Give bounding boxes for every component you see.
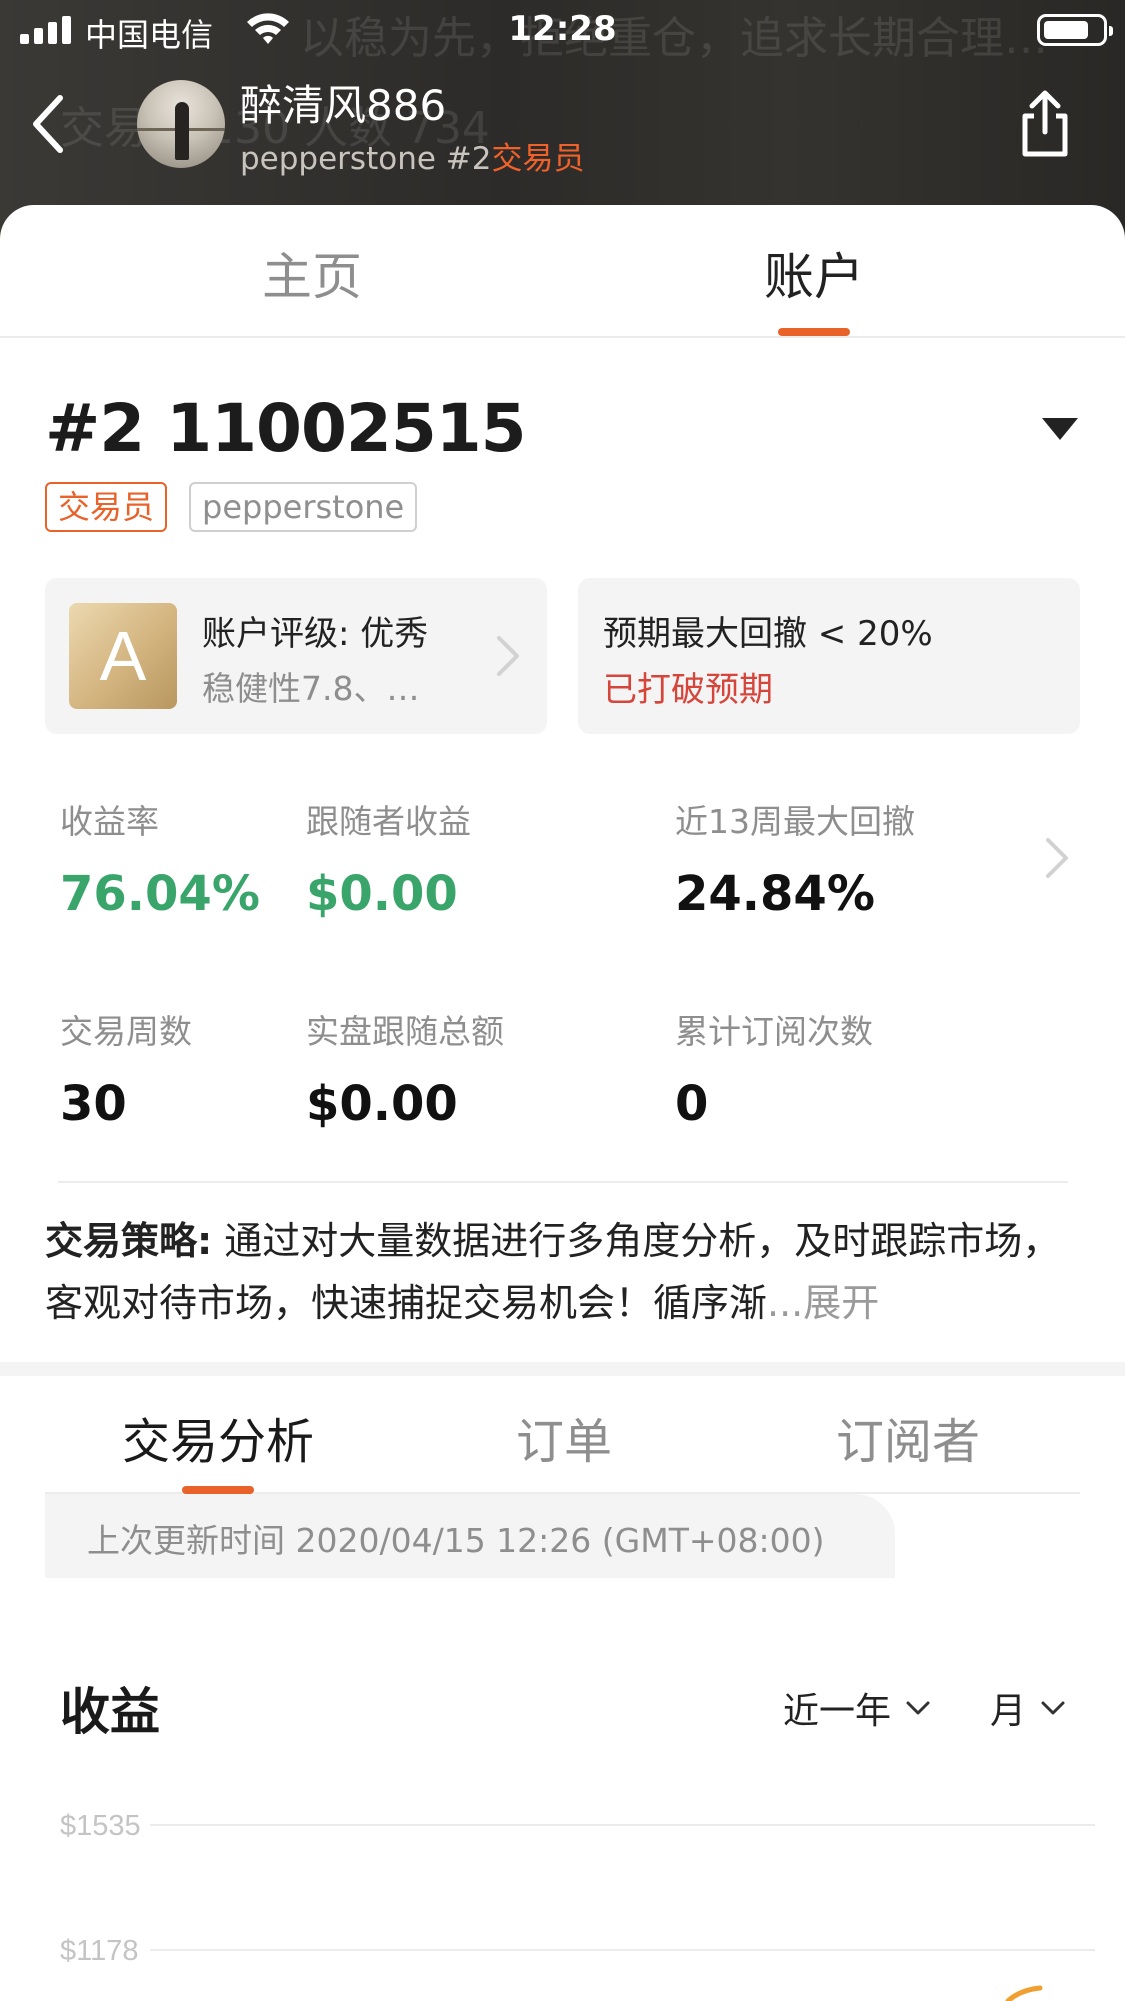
period-filter[interactable]: 近一年 xyxy=(783,1682,931,1734)
stat-value-live-follow-total: $0.00 xyxy=(306,1076,458,1132)
back-button[interactable] xyxy=(30,88,80,160)
earnings-chart: $1535 $1178 xyxy=(60,1810,1095,2001)
tab-subscribers[interactable]: 订阅者 xyxy=(758,1402,1058,1472)
tab-home[interactable]: 主页 xyxy=(162,237,462,309)
y-tick-label: $1535 xyxy=(60,1810,141,1842)
rating-subtitle: 稳健性7.8、… xyxy=(202,669,420,708)
active-tab-indicator xyxy=(778,328,850,336)
earnings-title: 收益 xyxy=(60,1683,160,1741)
account-rank: #2 xyxy=(445,141,492,177)
stat-label-live-follow-total: 实盘跟随总额 xyxy=(306,1012,504,1051)
tab-trading-analysis[interactable]: 交易分析 xyxy=(68,1402,368,1472)
stat-label-return: 收益率 xyxy=(60,802,159,841)
chevron-down-icon xyxy=(906,1701,930,1715)
account-rating-card[interactable]: A 账户评级: 优秀 稳健性7.8、… xyxy=(45,578,547,734)
last-update-text: 上次更新时间 2020/04/15 12:26 (GMT+08:00) xyxy=(87,1521,825,1560)
granularity-filter-label: 月 xyxy=(990,1691,1027,1732)
account-switch-dropdown-icon[interactable] xyxy=(1042,418,1078,440)
stat-label-max-drawdown: 近13周最大回撤 xyxy=(675,802,915,841)
strategy-label: 交易策略: xyxy=(45,1219,213,1263)
granularity-filter[interactable]: 月 xyxy=(990,1682,1066,1734)
role-label: 交易员 xyxy=(491,141,585,177)
status-bar: 中国电信 12:28 xyxy=(0,0,1125,60)
battery-icon xyxy=(1037,14,1113,46)
stat-value-follower-profit: $0.00 xyxy=(306,866,458,922)
account-number: #2 11002515 xyxy=(45,390,527,467)
broker-name: pepperstone xyxy=(240,141,436,177)
sub-tab-active-indicator xyxy=(182,1486,254,1494)
chevron-down-icon xyxy=(1041,1701,1065,1715)
grade-badge: A xyxy=(69,603,177,709)
expected-drawdown-card: 预期最大回撤 < 20% 已打破预期 xyxy=(578,578,1080,734)
rating-title: 账户评级: 优秀 xyxy=(202,614,429,654)
content-sheet xyxy=(0,205,1125,2001)
earnings-series-line xyxy=(1005,1985,1043,2001)
expected-drawdown-status: 已打破预期 xyxy=(603,670,773,710)
section-separator xyxy=(0,1362,1125,1376)
y-tick-label: $1178 xyxy=(60,1935,139,1967)
user-subtitle: pepperstone #2交易员 xyxy=(240,133,584,178)
expected-drawdown-title: 预期最大回撤 < 20% xyxy=(603,614,933,654)
stat-value-max-drawdown: 24.84% xyxy=(675,866,875,922)
profile-header: 以稳为先，拒绝重仓，追求长期合理… 交易量 130 人数 734 中国电信 12… xyxy=(0,0,1125,240)
user-name: 醉清风886 xyxy=(240,81,447,130)
chevron-right-icon xyxy=(497,636,519,676)
stat-label-trading-weeks: 交易周数 xyxy=(60,1012,192,1051)
broker-badge: pepperstone xyxy=(189,482,418,532)
strategy-description: 交易策略: 通过对大量数据进行多角度分析，及时跟踪市场，客观对待市场，快速捕捉交… xyxy=(45,1210,1085,1334)
share-button[interactable] xyxy=(1015,88,1075,160)
share-icon xyxy=(1022,90,1068,157)
divider xyxy=(58,1181,1068,1183)
last-update-banner: 上次更新时间 2020/04/15 12:26 (GMT+08:00) xyxy=(45,1494,895,1578)
tab-orders[interactable]: 订单 xyxy=(414,1402,714,1472)
clock: 12:28 xyxy=(508,9,617,49)
stat-value-trading-weeks: 30 xyxy=(60,1076,127,1132)
stat-label-subscription-count: 累计订阅次数 xyxy=(675,1012,873,1051)
period-filter-label: 近一年 xyxy=(783,1691,892,1732)
tab-account[interactable]: 账户 xyxy=(664,237,964,309)
stat-value-subscription-count: 0 xyxy=(675,1076,709,1132)
chevron-left-icon xyxy=(33,95,63,153)
role-badge: 交易员 xyxy=(45,482,168,532)
stat-value-return: 76.04% xyxy=(60,866,260,922)
stat-label-follower-profit: 跟随者收益 xyxy=(306,802,471,841)
stats-chevron-right-icon[interactable] xyxy=(1042,830,1072,886)
main-tab-bar: 主页 账户 xyxy=(0,205,1125,338)
avatar[interactable] xyxy=(137,80,225,168)
expand-link[interactable]: ...展开 xyxy=(767,1281,879,1325)
